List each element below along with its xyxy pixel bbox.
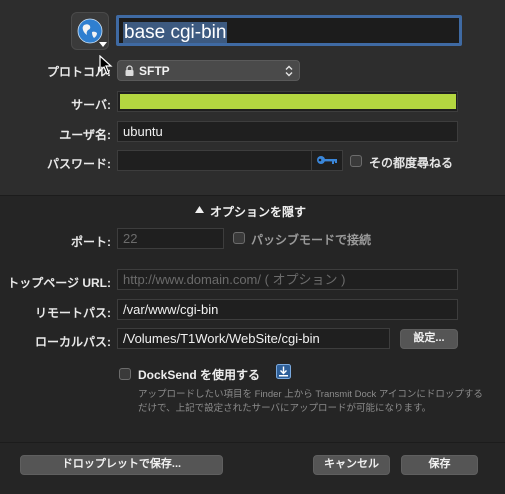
passive-mode-checkbox[interactable] [233,232,245,244]
top-url-placeholder: http://www.domain.com/ ( オプション ) [123,272,346,287]
favicon-button[interactable] [71,12,109,50]
options-toggle-label: オプションを隠す [210,205,307,219]
local-path-set-button[interactable]: 設定... [400,329,458,349]
server-input[interactable] [117,91,458,112]
passive-mode-label[interactable]: パッシブモードで接続 [251,231,371,248]
password-label: パスワード: [47,157,111,171]
remote-path-input[interactable]: /var/www/cgi-bin [117,299,458,320]
save-as-droplet-button[interactable]: ドロップレットで保存... [20,455,223,475]
ask-every-time-label[interactable]: その都度尋ねる [369,154,453,171]
triangle-up-icon [195,206,204,213]
ask-every-time-checkbox[interactable] [350,155,362,167]
docksend-checkbox[interactable] [119,368,131,380]
local-path-input[interactable]: /Volumes/T1Work/WebSite/cgi-bin [117,328,390,349]
cancel-button[interactable]: キャンセル [313,455,390,475]
local-path-label: ローカルパス: [35,335,111,349]
top-url-label: トップページ URL: [7,276,111,290]
protocol-select[interactable]: SFTP [117,60,300,81]
top-url-input[interactable]: http://www.domain.com/ ( オプション ) [117,269,458,290]
key-icon [317,156,337,164]
server-label: サーバ: [71,98,111,112]
port-placeholder: 22 [123,231,138,246]
docksend-label[interactable]: DockSend を使用する [138,366,260,383]
lock-icon [125,65,134,76]
server-redaction [120,94,456,109]
footer-divider [0,442,505,443]
updown-chevron-icon [285,65,293,77]
keychain-button[interactable] [311,151,342,170]
docksend-tray-icon [276,364,291,379]
protocol-label: プロトコル: [47,65,111,79]
remote-path-label: リモートパス: [35,306,111,320]
connection-name-text: base cgi-bin [123,22,228,43]
docksend-description: アップロードしたい項目を Finder 上から Transmit Dock アイ… [138,389,483,414]
port-label: ポート: [71,235,111,249]
local-path-value: /Volumes/T1Work/WebSite/cgi-bin [123,331,320,346]
password-input[interactable] [117,150,343,171]
username-value: ubuntu [123,124,163,139]
username-input[interactable]: ubuntu [117,121,458,142]
port-input[interactable]: 22 [117,228,224,249]
save-button[interactable]: 保存 [401,455,478,475]
protocol-value: SFTP [139,64,170,78]
connection-name-input[interactable]: base cgi-bin [116,15,462,46]
username-label: ユーザ名: [59,128,111,142]
remote-path-value: /var/www/cgi-bin [123,302,219,317]
chevron-down-icon [99,42,107,47]
section-divider [0,195,505,196]
